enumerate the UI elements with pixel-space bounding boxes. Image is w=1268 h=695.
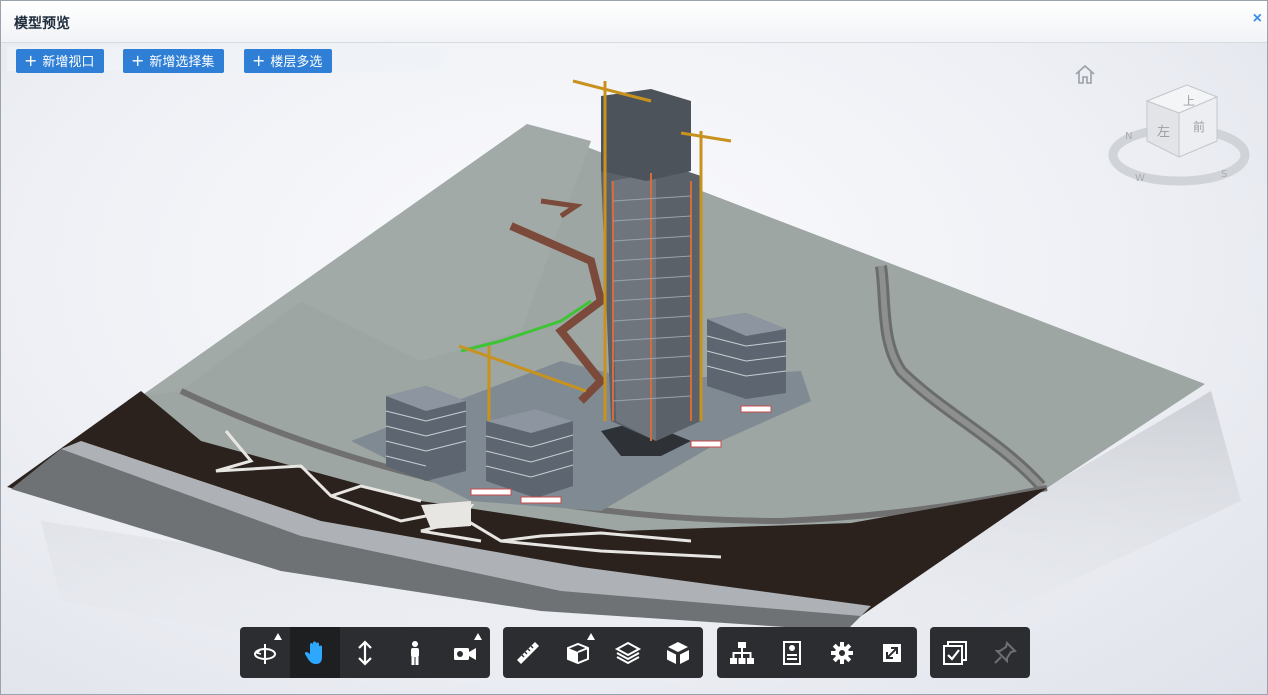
analysis-toolbar xyxy=(503,627,703,678)
orbit-tool-button[interactable] xyxy=(240,627,290,678)
orbit-menu-caret[interactable] xyxy=(274,633,282,640)
explode-cube-icon xyxy=(667,641,689,664)
high-rise-tower-top xyxy=(601,89,691,181)
fullscreen-icon xyxy=(883,643,901,662)
model-tree-tool-button[interactable] xyxy=(717,627,767,678)
measure-ruler-icon xyxy=(517,641,539,664)
layers-icon xyxy=(614,641,642,664)
view-cube[interactable]: 上 左 前 N W S xyxy=(1107,81,1253,191)
3d-viewport[interactable]: + 新增视口 + 新增选择集 + 楼层多选 上 左 前 N W S xyxy=(1,43,1267,694)
settings-tool-button[interactable] xyxy=(817,627,867,678)
add-selection-set-label: 新增选择集 xyxy=(149,55,215,70)
plus-icon: + xyxy=(131,51,145,70)
measure-tool-button[interactable] xyxy=(503,627,553,678)
properties-tool-button[interactable] xyxy=(767,627,817,678)
pin-tool-button[interactable] xyxy=(980,627,1030,678)
section-box-tool-button[interactable] xyxy=(553,627,603,678)
add-viewport-label: 新增视口 xyxy=(42,55,95,70)
view-cube-front-label: 前 xyxy=(1193,119,1205,134)
pan-tool-button[interactable] xyxy=(290,627,340,678)
settings-gear-icon xyxy=(831,641,853,664)
plus-icon: + xyxy=(252,51,266,70)
compass-n-label: N xyxy=(1125,131,1132,142)
pin-icon xyxy=(994,640,1017,664)
layers-tool-button[interactable] xyxy=(603,627,653,678)
camera-tool-button[interactable] xyxy=(440,627,490,678)
zoom-updown-icon xyxy=(358,639,372,666)
section-box-menu-caret[interactable] xyxy=(587,633,595,640)
check-select-tool-button[interactable] xyxy=(930,627,980,678)
multi-floor-select-label: 楼层多选 xyxy=(270,55,323,70)
multi-floor-select-button[interactable]: + 楼层多选 xyxy=(244,49,333,73)
view-cube-left-label: 左 xyxy=(1157,125,1170,140)
explode-tool-button[interactable] xyxy=(653,627,703,678)
bim-model-scene[interactable] xyxy=(1,43,1267,694)
dialog-titlebar: 模型预览 × xyxy=(1,1,1267,43)
compass-s-label: S xyxy=(1221,169,1227,180)
add-selection-set-button[interactable]: + 新增选择集 xyxy=(123,49,225,73)
compass-w-label: W xyxy=(1135,173,1145,184)
zoom-tool-button[interactable] xyxy=(340,627,390,678)
model-tree-icon xyxy=(730,641,754,664)
fullscreen-tool-button[interactable] xyxy=(867,627,917,678)
camera-menu-caret[interactable] xyxy=(474,633,482,640)
navigation-toolbar xyxy=(240,627,490,678)
check-select-icon xyxy=(943,640,967,665)
dialog-title: 模型预览 xyxy=(14,16,70,32)
pan-hand-icon xyxy=(304,641,322,664)
camera-icon xyxy=(454,647,476,660)
section-box-icon xyxy=(567,642,589,664)
close-icon[interactable]: × xyxy=(1253,10,1262,28)
model-preview-dialog: 模型预览 × + 新增视口 + 新增选择集 + 楼层多选 上 左 前 N W S xyxy=(0,0,1268,695)
walk-person-icon xyxy=(411,640,419,665)
walk-tool-button[interactable] xyxy=(390,627,440,678)
orbit-icon xyxy=(254,643,276,664)
model-toolbar xyxy=(717,627,917,678)
properties-icon xyxy=(783,640,801,665)
home-icon[interactable] xyxy=(1073,63,1097,85)
selection-toolbar xyxy=(930,627,1030,678)
add-viewport-button[interactable]: + 新增视口 xyxy=(16,49,105,73)
plus-icon: + xyxy=(24,51,38,70)
view-cube-top-label: 上 xyxy=(1183,94,1195,108)
